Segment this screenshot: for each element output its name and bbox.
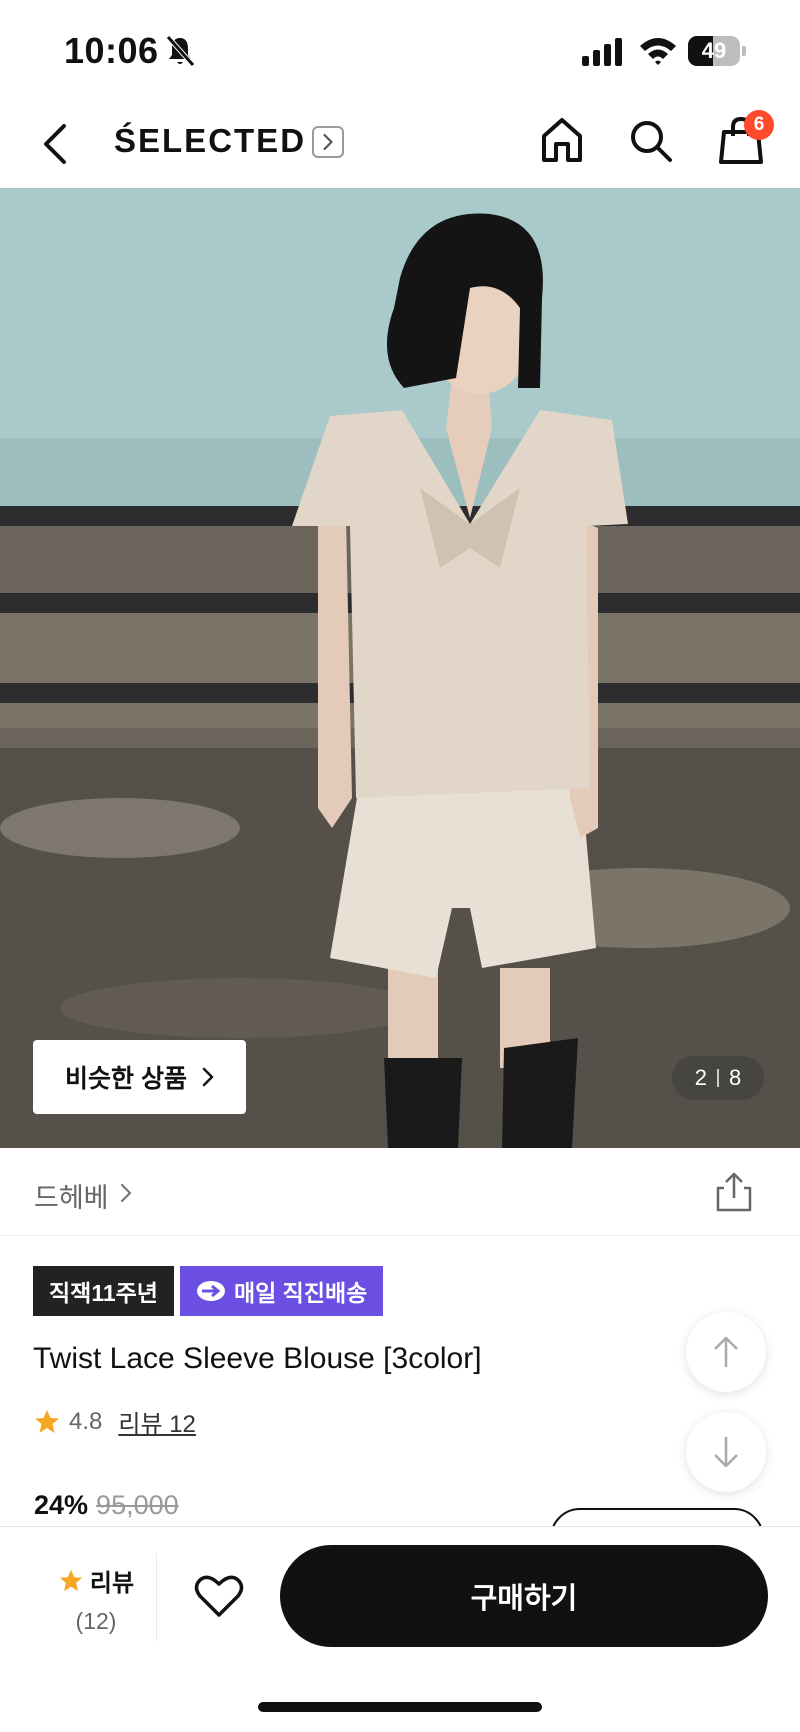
star-icon <box>35 1409 59 1433</box>
store-row: 드헤베 <box>0 1148 800 1236</box>
status-time: 10:06 <box>64 30 159 71</box>
cart-count-badge: 6 <box>744 110 774 140</box>
store-name-link[interactable]: 드헤베 <box>34 1176 109 1215</box>
buy-button[interactable]: 구매하기 <box>280 1545 768 1647</box>
brand-chevron-icon[interactable] <box>312 126 344 158</box>
heart-icon[interactable] <box>194 1573 244 1619</box>
similar-products-label: 비슷한 상품 <box>65 1065 187 1093</box>
wifi-icon <box>640 38 676 65</box>
delivery-tag-label: 매일 직진배송 <box>233 1280 368 1306</box>
rating-value: 4.8 <box>69 1407 103 1435</box>
review-tab-label: 리뷰 <box>89 1570 135 1597</box>
arrow-up-icon <box>714 1336 738 1367</box>
top-nav: ŚELECTED <box>0 100 800 188</box>
review-count-link[interactable]: 리뷰 12 <box>118 1404 196 1439</box>
cellular-signal-icon <box>582 38 622 66</box>
similar-products-button[interactable]: 비슷한 상품 <box>33 1040 246 1114</box>
rating-row: 4.8 리뷰 12 <box>33 1404 196 1439</box>
home-indicator <box>258 1702 542 1712</box>
brand-logo[interactable]: ŚELECTED <box>114 122 306 160</box>
status-bar: 10:06 49 <box>0 0 800 100</box>
home-icon[interactable] <box>540 116 584 164</box>
scroll-down-button[interactable] <box>686 1412 766 1492</box>
product-tags: 직잭11주년 매일 직진배송 <box>33 1266 384 1316</box>
bell-muted-icon <box>166 35 195 67</box>
review-tab-button[interactable]: 리뷰 (12) <box>36 1563 156 1635</box>
arrow-down-icon <box>714 1437 738 1468</box>
back-arrow-icon[interactable] <box>38 120 74 168</box>
product-image-carousel[interactable]: 비슷한 상품 2 8 <box>0 188 800 1148</box>
review-tab-count: (12) <box>75 1608 117 1634</box>
discount-rate: 24% <box>34 1490 89 1520</box>
star-icon <box>59 1569 83 1591</box>
current-page: 2 <box>694 1065 707 1090</box>
chevron-right-icon[interactable] <box>118 1182 134 1204</box>
delivery-tag: 매일 직진배송 <box>179 1266 384 1316</box>
divider <box>156 1553 157 1641</box>
share-icon[interactable] <box>716 1172 752 1212</box>
chevron-right-icon <box>202 1067 214 1087</box>
search-icon[interactable] <box>628 118 674 164</box>
anniversary-tag: 직잭11주년 <box>33 1266 174 1316</box>
scroll-top-button[interactable] <box>686 1312 766 1392</box>
total-pages: 8 <box>729 1065 742 1090</box>
battery-percent: 49 <box>701 38 727 63</box>
price-row: 24% 95,000 <box>34 1490 179 1521</box>
image-page-indicator: 2 8 <box>672 1056 764 1100</box>
original-price: 95,000 <box>96 1490 179 1520</box>
battery-indicator: 49 <box>688 36 746 66</box>
product-photo <box>0 188 800 1148</box>
delivery-arrow-icon <box>196 1281 225 1301</box>
product-title: Twist Lace Sleeve Blouse [3color] <box>33 1342 482 1375</box>
